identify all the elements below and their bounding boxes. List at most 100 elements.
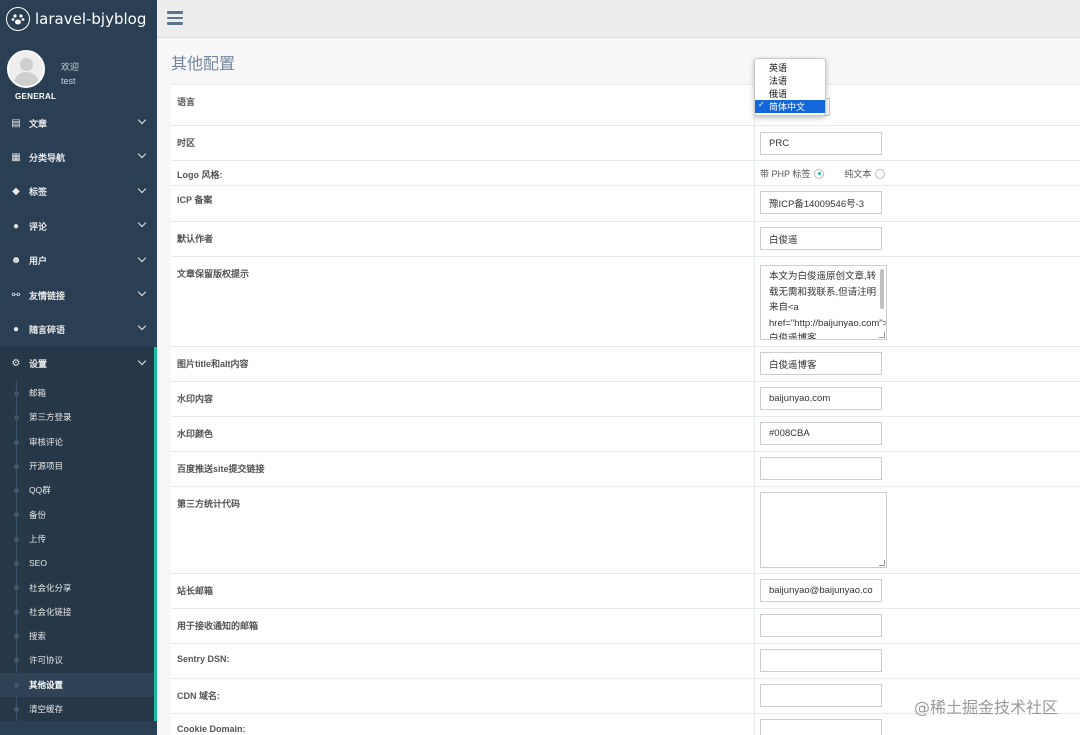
row-img-alt: 图片title和alt内容 白俊遥博客 xyxy=(171,347,1080,382)
timezone-input[interactable]: PRC xyxy=(760,132,882,155)
menu-toggle-icon[interactable] xyxy=(167,11,183,25)
baidu-push-label: 百度推送site提交链接 xyxy=(171,452,755,486)
submenu-item-social-share[interactable]: 社会化分享 xyxy=(0,575,157,599)
copyright-textarea[interactable]: 本文为白俊遥原创文章,转载无需和我联系,但请注明来自<a href="http:… xyxy=(760,265,887,340)
language-option-english[interactable]: 英语 xyxy=(755,61,825,74)
submenu-item-backup[interactable]: 备份 xyxy=(0,502,157,526)
row-icp: ICP 备案 豫ICP备14009546号-3 xyxy=(171,186,1080,222)
logo-style-php-label: 带 PHP 标签 xyxy=(760,169,811,179)
submenu-item-clear-cache[interactable]: 清空缓存 xyxy=(0,697,157,721)
cookie-label: Cookie Domain: xyxy=(171,714,755,735)
submenu-item-seo[interactable]: SEO xyxy=(0,551,157,575)
chevron-down-icon xyxy=(137,115,147,125)
stats-code-textarea[interactable] xyxy=(760,492,887,568)
tag-icon: ◆ xyxy=(12,186,20,198)
users-icon: ☻ xyxy=(10,255,22,267)
submenu-item-open-source[interactable]: 开源项目 xyxy=(0,454,157,478)
chevron-down-icon xyxy=(137,287,147,297)
cookie-input[interactable] xyxy=(760,719,882,735)
sidebar-item-tags[interactable]: ◆ 标签 xyxy=(0,175,157,209)
row-language: 语言 xyxy=(171,85,1080,126)
img-alt-input[interactable]: 白俊遥博客 xyxy=(760,352,882,375)
img-alt-label: 图片title和alt内容 xyxy=(171,347,755,381)
cdn-input[interactable] xyxy=(760,684,882,707)
chevron-down-icon xyxy=(137,356,147,365)
logo-style-radios: 带 PHP 标签 纯文本 xyxy=(760,167,886,180)
row-author: 默认作者 白俊遥 xyxy=(171,222,1080,257)
watermark-text-input[interactable]: baijunyao.com xyxy=(760,387,882,410)
row-admin-email: 站长邮箱 baijunyao@baijunyao.co xyxy=(171,574,1080,609)
gears-icon: ⚙ xyxy=(11,358,21,370)
sidebar-item-settings[interactable]: ⚙ 设置 xyxy=(0,346,157,382)
sidebar-item-comments[interactable]: ● 评论 xyxy=(0,209,157,243)
row-watermark-text: 水印内容 baijunyao.com xyxy=(171,382,1080,417)
copyright-label: 文章保留版权提示 xyxy=(171,257,755,346)
stats-code-label: 第三方统计代码 xyxy=(171,487,755,573)
resize-handle-icon[interactable] xyxy=(879,560,885,566)
sidebar-item-links[interactable]: ⚯ 友情链接 xyxy=(0,278,157,312)
settings-submenu: 邮箱 第三方登录 审核评论 开源项目 QQ群 备份 上传 SEO 社会化分享 社… xyxy=(0,381,157,721)
submenu-item-license[interactable]: 许可协议 xyxy=(0,648,157,672)
submenu-item-upload[interactable]: 上传 xyxy=(0,527,157,551)
cdn-label: CDN 域名: xyxy=(171,679,755,713)
main-content: 其他配置 语言 时区 PRC Logo 风格: 带 PHP 标签 纯文本 ICP… xyxy=(157,38,1080,735)
link-icon: ⚯ xyxy=(11,289,21,301)
sidebar-item-users[interactable]: ☻ 用户 xyxy=(0,244,157,278)
chevron-down-icon xyxy=(137,218,147,228)
row-notify-email: 用于接收通知的邮箱 xyxy=(171,609,1080,644)
row-timezone: 时区 PRC xyxy=(171,126,1080,161)
logo-style-text-label: 纯文本 xyxy=(844,169,872,179)
icp-input[interactable]: 豫ICP备14009546号-3 xyxy=(760,191,882,214)
row-logo-style: Logo 风格: 带 PHP 标签 纯文本 xyxy=(171,161,1080,186)
submenu-item-social-links[interactable]: 社会化链接 xyxy=(0,600,157,624)
submenu-item-email[interactable]: 邮箱 xyxy=(0,381,157,405)
row-baidu-push: 百度推送site提交链接 xyxy=(171,452,1080,487)
logo-style-php-radio[interactable] xyxy=(814,168,825,179)
welcome-text: 欢迎 xyxy=(61,62,80,72)
notify-email-input[interactable] xyxy=(760,614,882,637)
brand-title: laravel-bjyblog xyxy=(35,10,147,28)
chevron-down-icon xyxy=(137,253,147,262)
textarea-scrollbar[interactable] xyxy=(880,269,884,309)
watermark-text: @稀土掘金技术社区 xyxy=(913,698,1058,717)
submenu-item-qq-group[interactable]: QQ群 xyxy=(0,478,157,502)
chevron-down-icon xyxy=(137,184,147,194)
topbar xyxy=(157,0,1080,38)
baidu-push-input[interactable] xyxy=(760,457,882,480)
author-label: 默认作者 xyxy=(171,222,755,256)
grid-icon: ▦ xyxy=(11,152,21,164)
sidebar-item-chats[interactable]: ● 随言碎语 xyxy=(0,312,157,346)
book-icon: ▤ xyxy=(11,117,21,129)
submenu-item-review-comments[interactable]: 审核评论 xyxy=(0,430,157,454)
watermark-color-input[interactable]: #008CBA xyxy=(760,422,882,445)
brand[interactable]: laravel-bjyblog xyxy=(0,0,157,38)
sidebar: laravel-bjyblog 欢迎 test GENERAL ▤ 文章 ▦ 分类导… xyxy=(0,0,157,735)
language-option-chinese[interactable]: 简体中文 xyxy=(755,100,825,113)
resize-handle-icon[interactable] xyxy=(879,332,885,338)
language-option-french[interactable]: 法语 xyxy=(755,74,825,87)
logo-style-text-radio[interactable] xyxy=(875,168,886,179)
language-label: 语言 xyxy=(171,85,755,125)
submenu-item-other-settings[interactable]: 其他设置 xyxy=(0,672,157,697)
watermark-color-label: 水印颜色 xyxy=(171,417,755,451)
section-label: GENERAL xyxy=(15,92,57,101)
row-sentry: Sentry DSN: xyxy=(171,644,1080,679)
submenu-item-oauth[interactable]: 第三方登录 xyxy=(0,405,157,429)
page-title: 其他配置 xyxy=(171,56,236,73)
admin-email-input[interactable]: baijunyao@baijunyao.co xyxy=(760,579,882,602)
chevron-down-icon xyxy=(137,150,147,159)
language-option-russian[interactable]: 俄语 xyxy=(755,87,825,100)
sidebar-item-categories[interactable]: ▦ 分类导航 xyxy=(0,140,157,174)
logo-style-label: Logo 风格: xyxy=(171,161,755,185)
watermark-text-label: 水印内容 xyxy=(171,382,755,416)
author-input[interactable]: 白俊遥 xyxy=(760,227,882,250)
row-stats-code: 第三方统计代码 xyxy=(171,487,1080,574)
sentry-label: Sentry DSN: xyxy=(171,644,755,678)
row-watermark-color: 水印颜色 #008CBA xyxy=(171,417,1080,452)
paw-icon xyxy=(6,7,30,31)
sidebar-menu: ▤ 文章 ▦ 分类导航 ◆ 标签 ● 评论 ☻ 用户 ⚯ 友情链接 ● 随言碎语 ⚙ 设置 xyxy=(0,106,157,382)
language-dropdown: 英语 法语 俄语 简体中文 xyxy=(754,58,826,116)
sentry-input[interactable] xyxy=(760,649,882,672)
submenu-item-search[interactable]: 搜索 xyxy=(0,624,157,648)
sidebar-item-articles[interactable]: ▤ 文章 xyxy=(0,106,157,140)
